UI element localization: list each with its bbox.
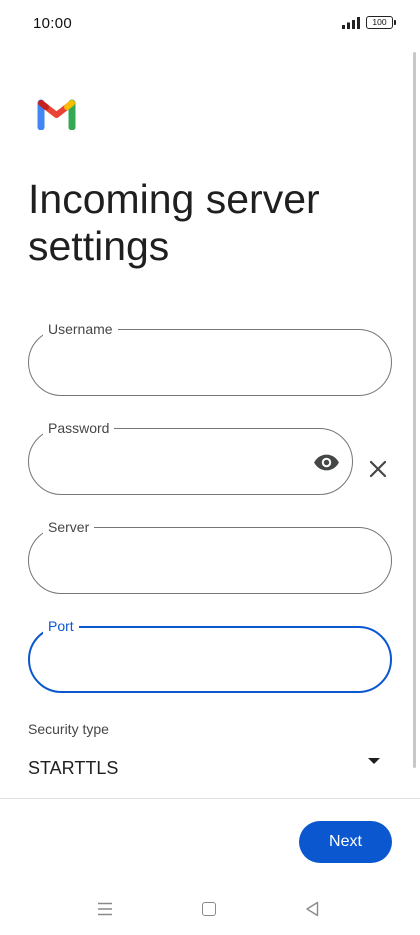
signal-bars-icon [342, 17, 360, 29]
scrollbar[interactable] [413, 52, 416, 768]
dropdown-arrow-icon[interactable] [368, 758, 380, 764]
back-icon[interactable] [305, 901, 319, 917]
navigation-bar [0, 885, 420, 935]
security-type-value: STARTTLS [28, 758, 119, 778]
server-input[interactable] [47, 548, 373, 574]
eye-icon[interactable] [313, 449, 340, 476]
menu-icon[interactable] [97, 902, 113, 916]
username-input[interactable] [47, 350, 373, 376]
home-icon[interactable] [202, 902, 216, 916]
page-title: Incoming server settings [28, 176, 320, 269]
server-field[interactable]: Server [28, 518, 392, 594]
gmail-logo-icon [37, 99, 76, 130]
bottom-divider [0, 798, 420, 799]
password-input[interactable] [47, 449, 304, 475]
battery-icon: 100 [366, 16, 396, 29]
server-label: Server [43, 518, 95, 536]
password-field[interactable]: Password [28, 419, 353, 495]
username-label: Username [43, 320, 118, 338]
status-bar: 10:00 100 [0, 0, 420, 46]
port-field[interactable]: Port [28, 617, 392, 693]
port-input[interactable] [48, 648, 372, 674]
security-type-dropdown[interactable]: STARTTLS [28, 748, 392, 788]
close-icon[interactable] [366, 457, 390, 481]
username-field[interactable]: Username [28, 320, 392, 396]
next-button[interactable]: Next [299, 821, 392, 863]
security-type-label: Security type [28, 721, 109, 737]
status-time: 10:00 [33, 15, 73, 32]
port-label: Port [43, 617, 79, 635]
password-label: Password [43, 419, 115, 437]
